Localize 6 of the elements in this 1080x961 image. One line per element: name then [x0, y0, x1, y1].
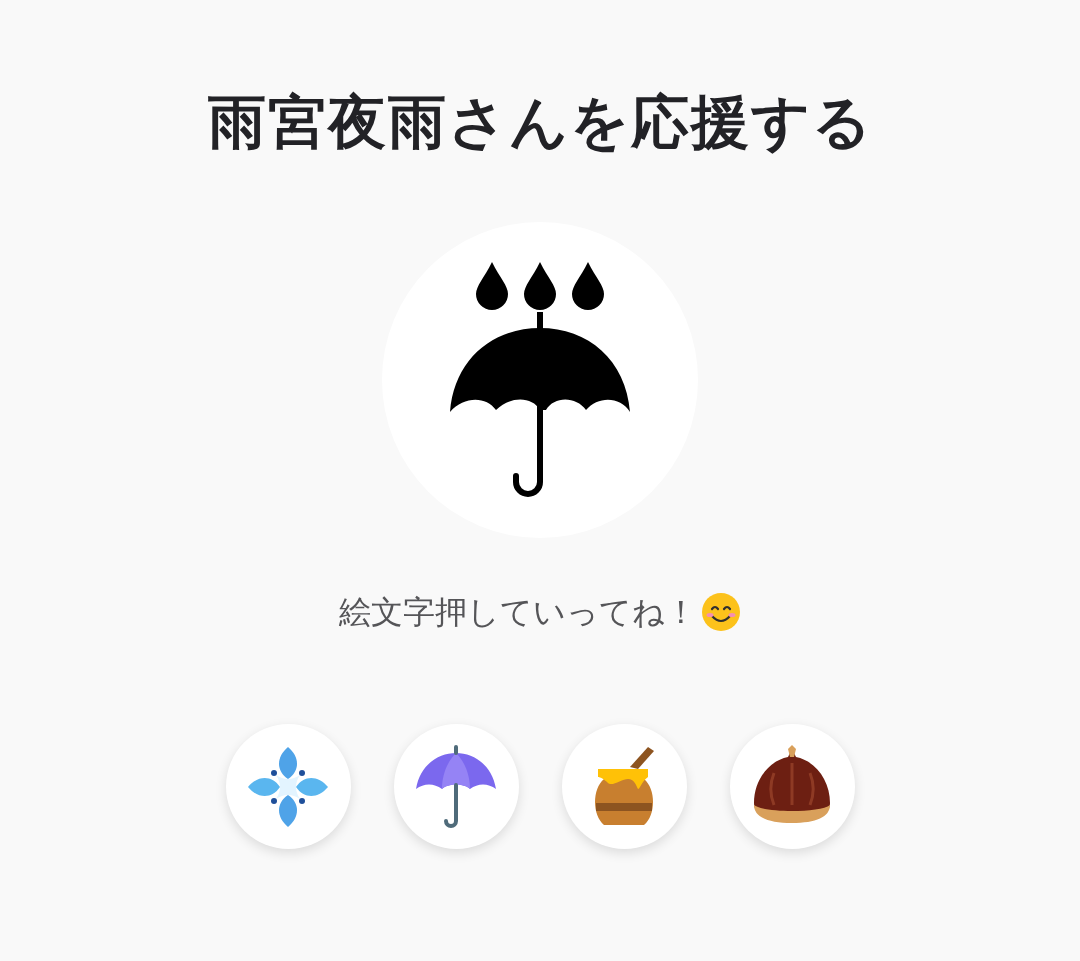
- page-title: 雨宮夜雨さんを応援する: [207, 88, 873, 156]
- flower-icon: [246, 744, 330, 829]
- umbrella-icon: [414, 744, 498, 829]
- message-text: 絵文字押していってね！: [339, 593, 697, 632]
- smiling-face-icon: [701, 592, 741, 632]
- umbrella-rain-icon: [448, 260, 632, 500]
